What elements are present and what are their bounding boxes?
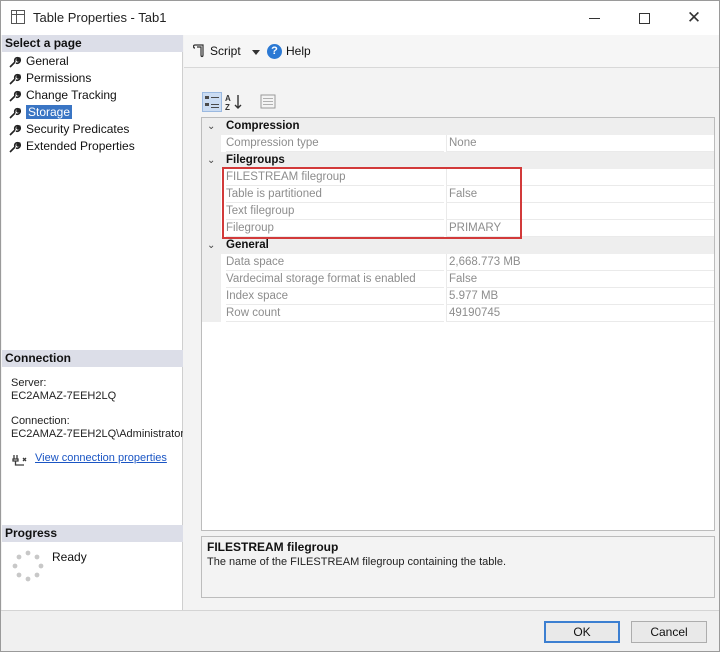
- property-label: Text filegroup: [226, 203, 444, 220]
- category-filegroups[interactable]: ⌄ Filegroups: [202, 152, 714, 169]
- property-row[interactable]: Index space 5.977 MB: [202, 288, 714, 305]
- page-list: General Permissions Change Tracking Stor…: [8, 53, 135, 155]
- description-title: FILESTREAM filegroup: [207, 540, 339, 554]
- category-label: Filegroups: [226, 154, 285, 166]
- left-panel: Select a page General Permissions Change…: [2, 35, 183, 610]
- wrench-icon: [9, 124, 21, 136]
- category-compression[interactable]: ⌄ Compression: [202, 118, 714, 135]
- property-label: Index space: [226, 288, 444, 305]
- property-row[interactable]: FILESTREAM filegroup: [202, 169, 714, 186]
- description-panel: FILESTREAM filegroup The name of the FIL…: [201, 536, 715, 598]
- plug-icon: [12, 455, 27, 466]
- property-value[interactable]: False: [446, 271, 714, 288]
- property-pages-button[interactable]: [258, 92, 278, 112]
- table-icon: [11, 10, 25, 24]
- alphabetical-view-button[interactable]: A Z: [224, 92, 244, 112]
- svg-text:Z: Z: [225, 103, 230, 112]
- progress-status: Ready: [52, 550, 87, 564]
- connection-header: Connection: [2, 350, 183, 367]
- page-item-storage[interactable]: Storage: [8, 104, 135, 121]
- description-text: The name of the FILESTREAM filegroup con…: [207, 556, 506, 568]
- categorized-icon: [205, 96, 219, 108]
- page-item-label: Change Tracking: [26, 88, 117, 102]
- category-general[interactable]: ⌄ General: [202, 237, 714, 254]
- ok-button[interactable]: OK: [544, 621, 620, 643]
- maximize-icon: [638, 12, 650, 24]
- progress-spinner-icon: [12, 550, 44, 582]
- view-connection-properties-link[interactable]: View connection properties: [35, 452, 167, 464]
- property-label: Row count: [226, 305, 444, 322]
- svg-text:A: A: [225, 94, 231, 103]
- property-row[interactable]: Row count 49190745: [202, 305, 714, 322]
- table-properties-window: Table Properties - Tab1 ✕ Select a page …: [0, 0, 720, 652]
- title-bar: Table Properties - Tab1 ✕: [1, 1, 719, 35]
- property-pages-icon: [260, 94, 276, 109]
- property-row[interactable]: Data space 2,668.773 MB: [202, 254, 714, 271]
- property-label: Vardecimal storage format is enabled: [226, 271, 444, 288]
- close-button[interactable]: ✕: [671, 1, 717, 35]
- progress-header: Progress: [2, 525, 183, 542]
- wrench-icon: [9, 73, 21, 85]
- page-item-label: Extended Properties: [26, 139, 135, 153]
- page-item-label: Permissions: [26, 71, 92, 85]
- connection-value: EC2AMAZ-7EEH2LQ\Administrator: [11, 428, 183, 440]
- collapse-icon[interactable]: ⌄: [207, 237, 215, 254]
- page-item-permissions[interactable]: Permissions: [8, 70, 135, 87]
- page-item-label: General: [26, 54, 69, 68]
- help-button[interactable]: Help: [286, 44, 311, 58]
- dialog-footer: OK Cancel: [1, 610, 719, 651]
- property-row[interactable]: Filegroup PRIMARY: [202, 220, 714, 237]
- property-label: Filegroup: [226, 220, 444, 237]
- property-row[interactable]: Table is partitioned False: [202, 186, 714, 203]
- script-button[interactable]: Script: [210, 44, 241, 58]
- window-title: Table Properties - Tab1: [33, 10, 167, 25]
- page-item-label: Security Predicates: [26, 122, 130, 136]
- property-value[interactable]: None: [446, 135, 714, 152]
- wrench-icon: [9, 90, 21, 102]
- wrench-icon: [9, 56, 21, 68]
- wrench-icon: [9, 141, 21, 153]
- property-value[interactable]: [446, 203, 714, 220]
- server-label: Server:: [11, 377, 47, 389]
- select-page-header: Select a page: [2, 35, 183, 52]
- maximize-button[interactable]: [621, 1, 667, 35]
- main-panel: Script ? Help A Z ⌄ Compression Compress…: [184, 35, 719, 610]
- property-row[interactable]: Compression type None: [202, 135, 714, 152]
- property-value[interactable]: 49190745: [446, 305, 714, 322]
- property-value[interactable]: [446, 169, 714, 186]
- page-item-general[interactable]: General: [8, 53, 135, 70]
- page-item-extended-properties[interactable]: Extended Properties: [8, 138, 135, 155]
- cancel-button[interactable]: Cancel: [631, 621, 707, 643]
- server-value: EC2AMAZ-7EEH2LQ: [11, 390, 117, 402]
- close-icon: ✕: [686, 8, 702, 27]
- page-item-change-tracking[interactable]: Change Tracking: [8, 87, 135, 104]
- script-dropdown-icon[interactable]: [252, 50, 260, 55]
- page-item-label: Storage: [26, 105, 73, 119]
- help-icon[interactable]: ?: [267, 44, 282, 59]
- sort-az-icon: A Z: [225, 94, 242, 112]
- property-label: Table is partitioned: [226, 186, 444, 203]
- property-grid: ⌄ Compression Compression type None ⌄ Fi…: [201, 117, 715, 531]
- property-value[interactable]: PRIMARY: [446, 220, 714, 237]
- minimize-button[interactable]: [571, 1, 617, 35]
- collapse-icon[interactable]: ⌄: [207, 152, 215, 169]
- property-value[interactable]: 2,668.773 MB: [446, 254, 714, 271]
- toolbar: Script ? Help: [184, 35, 719, 68]
- property-label: Data space: [226, 254, 444, 271]
- script-icon: [193, 44, 204, 58]
- page-item-security-predicates[interactable]: Security Predicates: [8, 121, 135, 138]
- property-label: Compression type: [226, 135, 444, 152]
- minimize-icon: [588, 17, 600, 19]
- property-value[interactable]: 5.977 MB: [446, 288, 714, 305]
- collapse-icon[interactable]: ⌄: [207, 118, 215, 135]
- wrench-icon: [9, 107, 21, 119]
- category-label: Compression: [226, 120, 300, 132]
- connection-label: Connection:: [11, 415, 70, 427]
- property-label: FILESTREAM filegroup: [226, 169, 444, 186]
- property-value[interactable]: False: [446, 186, 714, 203]
- category-label: General: [226, 239, 269, 251]
- categorized-view-button[interactable]: [202, 92, 222, 112]
- property-row[interactable]: Text filegroup: [202, 203, 714, 220]
- property-row[interactable]: Vardecimal storage format is enabled Fal…: [202, 271, 714, 288]
